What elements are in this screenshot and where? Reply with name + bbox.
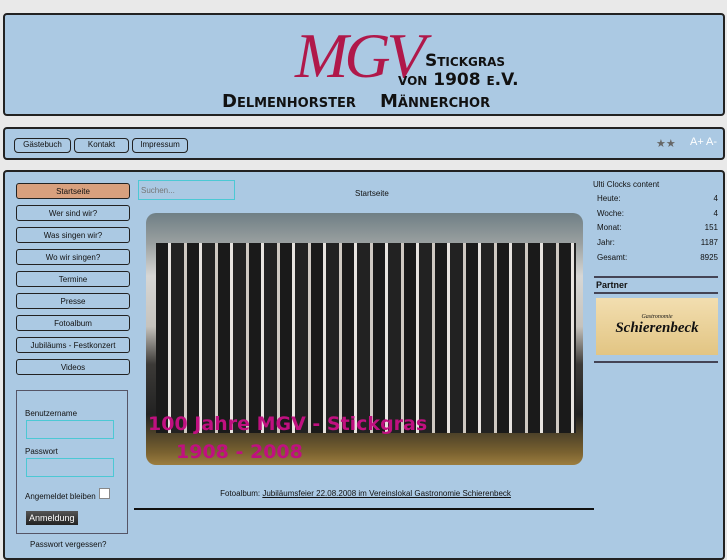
photo-caption: Fotoalbum: Jubiläumsfeier 22.08.2008 im … <box>220 489 511 498</box>
stat-row: Monat: 151 <box>597 223 718 232</box>
menu-presse[interactable]: Presse <box>16 293 130 309</box>
search-input[interactable] <box>138 180 235 200</box>
stat-row: Heute: 4 <box>597 194 718 203</box>
font-decrease-button[interactable]: A- <box>706 136 717 148</box>
username-input[interactable] <box>26 420 114 439</box>
stats-title: Ulti Clocks content <box>593 180 660 189</box>
header: MGV Stickgras von 1908 e.V. Delmenhorste… <box>3 13 725 116</box>
menu-was-singen-wir[interactable]: Was singen wir? <box>16 227 130 243</box>
divider <box>594 292 718 294</box>
username-label: Benutzername <box>25 409 78 418</box>
album-link[interactable]: Jubiläumsfeier 22.08.2008 im Vereinsloka… <box>262 489 511 498</box>
divider <box>594 361 718 363</box>
password-label: Passwort <box>25 447 58 456</box>
top-nav: Gästebuch Kontakt Impressum ★★ A+ A- <box>3 127 725 160</box>
menu-fotoalbum[interactable]: Fotoalbum <box>16 315 130 331</box>
stat-row: Gesamt: 8925 <box>597 253 718 262</box>
partner-logo-schierenbeck[interactable]: Gastronomie Schierenbeck <box>596 298 718 355</box>
nav-imprint[interactable]: Impressum <box>132 138 188 153</box>
password-input[interactable] <box>26 458 114 477</box>
remember-checkbox[interactable] <box>99 488 110 499</box>
font-increase-button[interactable]: A+ <box>690 136 704 148</box>
nav-guestbook[interactable]: Gästebuch <box>14 138 71 153</box>
main-area: Startseite Wer sind wir? Was singen wir?… <box>3 170 725 560</box>
menu-wo-wir-singen[interactable]: Wo wir singen? <box>16 249 130 265</box>
choir-photo: 100 Jahre MGV - Stickgras 1908 - 2008 <box>146 213 583 465</box>
divider <box>594 276 718 278</box>
stat-row: Jahr: 1187 <box>597 238 718 247</box>
stat-row: Woche: 4 <box>597 209 718 218</box>
menu-termine[interactable]: Termine <box>16 271 130 287</box>
stars-icon[interactable]: ★★ <box>656 137 676 150</box>
login-form: Benutzername Passwort Angemeldet bleiben… <box>16 390 128 534</box>
menu-wer-sind-wir[interactable]: Wer sind wir? <box>16 205 130 221</box>
login-button[interactable]: Anmeldung <box>26 511 78 525</box>
menu-startseite[interactable]: Startseite <box>16 183 130 199</box>
divider <box>134 508 594 510</box>
menu-videos[interactable]: Videos <box>16 359 130 375</box>
nav-contact[interactable]: Kontakt <box>74 138 129 153</box>
menu-festkonzert[interactable]: Jubiläums - Festkonzert <box>16 337 130 353</box>
page-title: Startseite <box>355 189 389 198</box>
remember-label: Angemeldet bleiben <box>25 492 96 501</box>
partner-title: Partner <box>596 280 628 290</box>
